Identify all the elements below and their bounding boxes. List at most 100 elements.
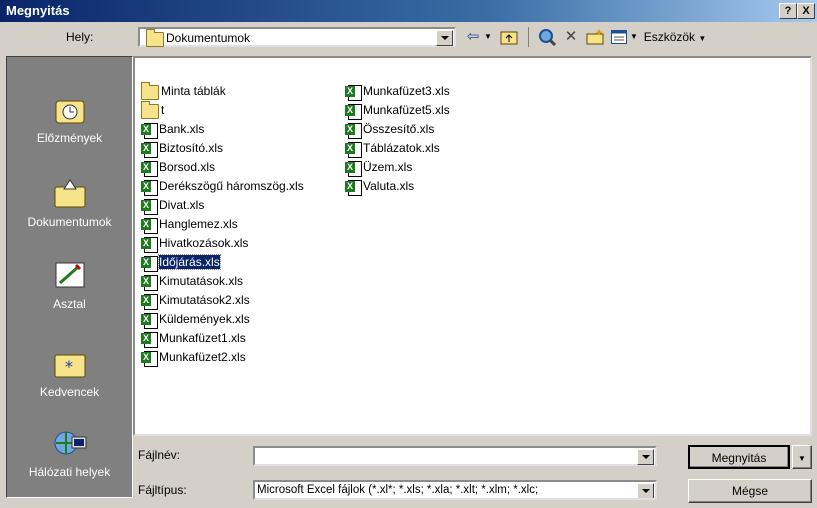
file-name: Minta táblák	[161, 84, 226, 98]
file-name: Üzem.xls	[363, 160, 413, 174]
file-item[interactable]: Kimutatások2.xls	[141, 291, 250, 310]
place-history[interactable]: Előzmények	[7, 93, 132, 145]
file-item[interactable]: Valuta.xls	[345, 177, 415, 196]
folder-icon	[141, 101, 159, 120]
file-name: Borsod.xls	[159, 160, 216, 174]
file-name: Valuta.xls	[363, 179, 415, 193]
excel-file-icon	[141, 141, 158, 158]
tools-menu[interactable]: Eszközök ▼	[640, 26, 710, 48]
file-item[interactable]: Küldemények.xls	[141, 310, 250, 329]
file-item[interactable]: Bank.xls	[141, 120, 205, 139]
file-item[interactable]: Borsod.xls	[141, 158, 216, 177]
excel-file-icon	[141, 255, 158, 272]
excel-file-icon	[141, 160, 158, 177]
title-bar: Megnyitás ? X	[0, 0, 817, 22]
back-dropdown-icon[interactable]: ▼	[484, 26, 492, 48]
open-button-label: Megnyitás	[711, 451, 767, 465]
file-name: Biztosító.xls	[159, 141, 224, 155]
history-icon	[52, 93, 88, 125]
filename-label: Fájlnév:	[138, 448, 181, 462]
my-documents-icon	[52, 177, 88, 209]
file-name: Küldemények.xls	[159, 312, 250, 326]
file-item[interactable]: Időjárás.xls	[141, 253, 221, 272]
desktop-icon	[52, 259, 88, 291]
search-web-icon[interactable]	[536, 26, 558, 48]
file-item[interactable]: Hanglemez.xls	[141, 215, 238, 234]
excel-file-icon	[345, 122, 362, 139]
file-item[interactable]: Hivatkozások.xls	[141, 234, 249, 253]
place-label: Hálózati helyek	[28, 465, 111, 479]
file-list[interactable]: Minta táblák t Bank.xls Biztosító.xls Borsod…	[133, 56, 812, 436]
file-item[interactable]: Minta táblák	[141, 82, 226, 101]
filename-field[interactable]	[253, 446, 657, 466]
excel-file-icon	[141, 179, 158, 196]
file-item[interactable]: Munkafüzet2.xls	[141, 348, 246, 367]
up-folder-icon[interactable]	[498, 26, 520, 48]
cancel-button[interactable]: Mégse	[688, 479, 812, 503]
place-label: Asztal	[53, 297, 86, 311]
file-name: Időjárás.xls	[158, 254, 221, 270]
file-item[interactable]: Munkafüzet3.xls	[345, 82, 450, 101]
excel-file-icon	[141, 198, 158, 215]
file-item[interactable]: Munkafüzet1.xls	[141, 329, 246, 348]
file-item[interactable]: Derékszögű háromszög.xls	[141, 177, 304, 196]
file-item[interactable]: t	[141, 101, 165, 120]
chevron-down-icon: ▼	[798, 454, 806, 463]
views-dropdown-icon[interactable]: ▼	[630, 26, 638, 48]
open-button[interactable]: Megnyitás	[688, 445, 790, 469]
excel-file-icon	[141, 312, 158, 329]
file-item[interactable]: Összesítő.xls	[345, 120, 434, 139]
excel-file-icon	[345, 141, 362, 158]
file-item[interactable]: Munkafüzet5.xls	[345, 101, 450, 120]
file-item[interactable]: Táblázatok.xls	[345, 139, 440, 158]
excel-file-icon	[141, 122, 158, 139]
place-label: Kedvencek	[39, 385, 100, 399]
file-item[interactable]: Divat.xls	[141, 196, 205, 215]
excel-file-icon	[141, 350, 158, 367]
place-documents[interactable]: Dokumentumok	[7, 177, 132, 229]
file-name: Munkafüzet3.xls	[363, 84, 450, 98]
network-places-icon	[52, 427, 88, 459]
place-favorites[interactable]: * Kedvencek	[7, 347, 132, 399]
file-name: Táblázatok.xls	[363, 141, 440, 155]
location-combo[interactable]: Dokumentumok	[138, 27, 456, 47]
place-desktop[interactable]: Asztal	[7, 259, 132, 311]
views-icon[interactable]	[608, 26, 630, 48]
file-name: Munkafüzet1.xls	[159, 331, 246, 345]
open-options-button[interactable]: ▼	[792, 445, 812, 469]
file-name: Hivatkozások.xls	[159, 236, 249, 250]
file-name: Kimutatások2.xls	[159, 293, 250, 307]
window-title: Megnyitás	[6, 3, 70, 18]
file-name: Munkafüzet2.xls	[159, 350, 246, 364]
new-folder-icon[interactable]	[584, 26, 606, 48]
excel-file-icon	[141, 274, 158, 291]
file-item[interactable]: Biztosító.xls	[141, 139, 224, 158]
close-button[interactable]: X	[797, 3, 815, 19]
filetype-select[interactable]: Microsoft Excel fájlok (*.xl*; *.xls; *.…	[253, 480, 657, 500]
excel-file-icon	[141, 217, 158, 234]
excel-file-icon	[141, 293, 158, 310]
excel-file-icon	[345, 84, 362, 101]
folder-icon	[141, 82, 159, 101]
chevron-down-icon[interactable]	[637, 449, 654, 465]
file-item[interactable]: Kimutatások.xls	[141, 272, 244, 291]
chevron-down-icon[interactable]	[637, 483, 654, 498]
help-button[interactable]: ?	[779, 3, 797, 19]
back-arrow-icon[interactable]: ⇦	[462, 26, 484, 48]
cancel-button-label: Mégse	[731, 484, 769, 498]
chevron-down-icon[interactable]	[436, 30, 453, 46]
file-name: Divat.xls	[159, 198, 205, 212]
location-value: Dokumentumok	[166, 31, 251, 45]
file-name: t	[161, 103, 165, 117]
file-name: Bank.xls	[159, 122, 205, 136]
place-network[interactable]: Hálózati helyek	[7, 427, 132, 479]
filetype-label: Fájltípus:	[138, 483, 187, 497]
filetype-value: Microsoft Excel fájlok (*.xl*; *.xls; *.…	[257, 484, 539, 496]
delete-icon[interactable]: ✕	[560, 26, 582, 48]
excel-file-icon	[345, 103, 362, 120]
file-name: Derékszögű háromszög.xls	[159, 179, 304, 193]
file-item[interactable]: Üzem.xls	[345, 158, 413, 177]
file-name: Kimutatások.xls	[159, 274, 244, 288]
excel-file-icon	[141, 331, 158, 348]
svg-text:*: *	[65, 357, 73, 376]
